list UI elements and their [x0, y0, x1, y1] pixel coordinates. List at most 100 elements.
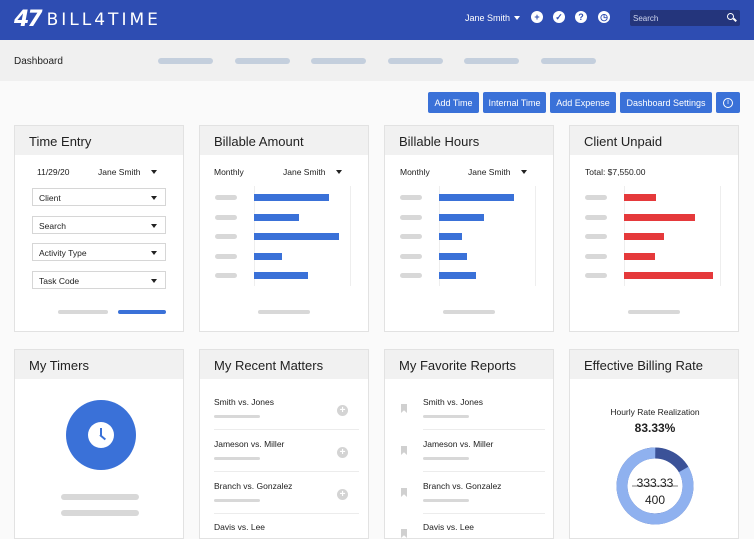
task-code-select[interactable]: Task Code: [32, 271, 166, 289]
card-title: Time Entry: [15, 126, 183, 155]
bar-label-placeholder: [400, 195, 422, 200]
report-link[interactable]: Jameson vs. Miller: [423, 439, 493, 449]
activity-type-select[interactable]: Activity Type: [32, 243, 166, 261]
bar: [439, 252, 467, 260]
bookmark-icon[interactable]: [401, 446, 407, 455]
nav-tab-placeholder[interactable]: [311, 58, 366, 64]
bookmark-icon[interactable]: [401, 404, 407, 413]
bar-label-placeholder: [400, 234, 422, 239]
chevron-down-icon: [151, 251, 157, 255]
rate-numerator: 333.33: [636, 476, 674, 490]
client-select-label: Client: [39, 193, 61, 203]
bar: [439, 272, 476, 279]
bar: [624, 213, 695, 221]
logo-text: BILL4TIME: [46, 9, 161, 30]
billable-amount-card: Billable Amount Monthly Jane Smith: [199, 125, 369, 332]
user-select[interactable]: Jane Smith: [98, 167, 157, 177]
bar: [254, 252, 282, 260]
billable-hours-card: Billable Hours Monthly Jane Smith: [384, 125, 554, 332]
nav-tab-placeholder[interactable]: [158, 58, 213, 64]
bar-label-placeholder: [215, 195, 237, 200]
activity-type-label: Activity Type: [39, 248, 87, 258]
matter-link[interactable]: Smith vs. Jones: [214, 397, 274, 407]
top-bar: 47 BILL4TIME Jane Smith + ✓ ? ◷: [0, 0, 754, 40]
client-select[interactable]: Client: [32, 188, 166, 206]
app-logo[interactable]: 47 BILL4TIME: [14, 7, 161, 32]
matter-link[interactable]: Davis vs. Lee: [214, 522, 265, 532]
info-button[interactable]: i: [716, 92, 740, 113]
breadcrumb: Dashboard: [14, 56, 63, 67]
add-time-icon[interactable]: +: [337, 447, 348, 458]
bar: [624, 194, 656, 201]
period-select[interactable]: Monthly: [214, 167, 244, 177]
nav-tab-placeholder[interactable]: [388, 58, 443, 64]
matter-link[interactable]: Jameson vs. Miller: [214, 439, 284, 449]
nav-tab-placeholder[interactable]: [541, 58, 596, 64]
user-select-label: Jane Smith: [283, 167, 326, 177]
chevron-down-icon: [514, 16, 521, 20]
search-input[interactable]: [633, 11, 723, 25]
help-icon[interactable]: ?: [575, 11, 587, 23]
user-select[interactable]: Jane Smith: [468, 167, 527, 177]
view-more-placeholder[interactable]: [443, 310, 495, 314]
user-menu[interactable]: Jane Smith: [465, 13, 521, 23]
favorite-reports-card: My Favorite Reports Smith vs. Jones Jame…: [384, 349, 554, 539]
view-more-placeholder[interactable]: [628, 310, 680, 314]
divider: [423, 471, 545, 472]
nav-tab-placeholder[interactable]: [464, 58, 519, 64]
add-expense-button[interactable]: Add Expense: [550, 92, 616, 113]
bar: [254, 194, 329, 201]
time-entry-card: Time Entry 11/29/20 Jane Smith Client Se…: [14, 125, 184, 332]
chevron-down-icon: [150, 170, 157, 174]
bookmark-icon[interactable]: [401, 488, 407, 497]
rate-denominator: 400: [644, 493, 666, 507]
matter-link[interactable]: Branch vs. Gonzalez: [214, 481, 292, 491]
add-time-icon[interactable]: +: [337, 405, 348, 416]
search-select-label: Search: [39, 221, 66, 231]
dashboard-settings-button[interactable]: Dashboard Settings: [620, 92, 712, 113]
user-select-label: Jane Smith: [98, 167, 141, 177]
check-circle-icon[interactable]: ✓: [553, 11, 565, 23]
divider: [423, 429, 545, 430]
report-link[interactable]: Davis vs. Lee: [423, 522, 474, 532]
timer-placeholder: [61, 510, 139, 516]
chevron-down-icon: [151, 224, 157, 228]
user-select[interactable]: Jane Smith: [283, 167, 342, 177]
card-title: Billable Amount: [200, 126, 368, 155]
primary-action-placeholder[interactable]: [118, 310, 166, 314]
internal-time-button[interactable]: Internal Time: [483, 92, 546, 113]
bookmark-icon[interactable]: [401, 529, 407, 538]
search-box: [630, 10, 740, 26]
card-title: My Timers: [15, 350, 183, 379]
secondary-action-placeholder[interactable]: [58, 310, 108, 314]
bar: [254, 213, 299, 221]
clock-icon[interactable]: ◷: [598, 11, 610, 23]
date-label[interactable]: 11/29/20: [37, 167, 69, 177]
bar: [254, 272, 308, 279]
search-select[interactable]: Search: [32, 216, 166, 234]
period-select[interactable]: Monthly: [400, 167, 430, 177]
report-link[interactable]: Branch vs. Gonzalez: [423, 481, 501, 491]
billing-rate-card: Effective Billing Rate Hourly Rate Reali…: [569, 349, 739, 539]
search-icon[interactable]: [727, 13, 734, 20]
bar: [624, 252, 655, 260]
bar-label-placeholder: [585, 195, 607, 200]
card-title: My Favorite Reports: [385, 350, 553, 379]
chevron-down-icon: [151, 279, 157, 283]
plus-circle-icon[interactable]: +: [531, 11, 543, 23]
grid-line: [350, 186, 351, 286]
bar: [624, 272, 713, 279]
user-name: Jane Smith: [465, 13, 511, 23]
unpaid-total: Total: $7,550.00: [585, 167, 646, 177]
report-link[interactable]: Smith vs. Jones: [423, 397, 483, 407]
bar: [439, 233, 462, 240]
add-time-button[interactable]: Add Time: [428, 92, 479, 113]
start-timer-button[interactable]: [66, 400, 136, 470]
chevron-down-icon: [151, 196, 157, 200]
divider: [423, 513, 545, 514]
add-time-icon[interactable]: +: [337, 489, 348, 500]
view-more-placeholder[interactable]: [258, 310, 310, 314]
bar: [439, 194, 514, 201]
realization-donut: [616, 447, 694, 525]
nav-tab-placeholder[interactable]: [235, 58, 290, 64]
